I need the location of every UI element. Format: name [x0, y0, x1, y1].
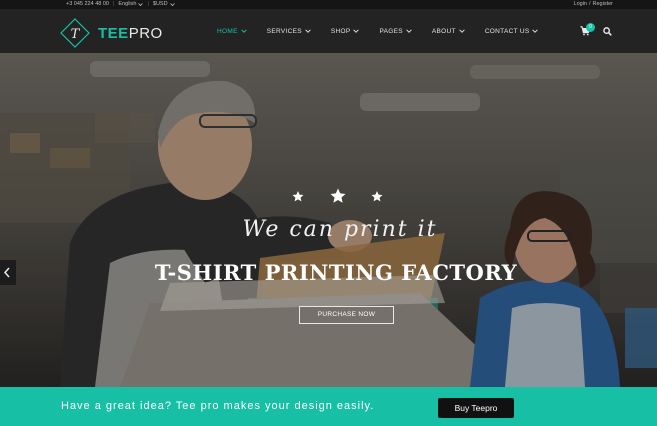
- phone-number: +3 045 224 48 00: [66, 1, 109, 7]
- divider: |: [147, 1, 149, 7]
- purchase-now-button[interactable]: PURCHASE NOW: [299, 306, 394, 324]
- buy-teepro-button[interactable]: Buy Teepro: [438, 398, 514, 418]
- cta-text: Have a great idea? Tee pro makes your de…: [61, 400, 375, 412]
- chevron-down-icon: [305, 29, 311, 33]
- login-link[interactable]: Login: [574, 0, 587, 9]
- chevron-left-icon: [3, 267, 10, 278]
- hero-title: T-SHIRT PRINTING FACTORY: [154, 260, 518, 285]
- logo-mark-icon: T: [60, 18, 90, 48]
- nav-label: PAGES: [379, 27, 403, 35]
- topbar-left: +3 045 224 48 00 | English | $USD: [66, 0, 175, 9]
- chevron-down-icon: [406, 29, 412, 33]
- nav-item-contact-us[interactable]: CONTACT US: [485, 28, 539, 35]
- currency-label: $USD: [152, 1, 168, 7]
- chevron-down-icon: [240, 29, 247, 33]
- chevron-down-icon: [138, 3, 144, 7]
- auth-links: Login / Register: [574, 0, 613, 9]
- logo-tee: TEE: [98, 24, 129, 42]
- language-label: English: [118, 1, 137, 7]
- nav-label: HOME: [217, 27, 238, 35]
- nav-label: CONTACT US: [484, 27, 530, 35]
- slider-prev-button[interactable]: [0, 260, 16, 285]
- currency-selector[interactable]: $USD: [153, 0, 175, 9]
- auth-divider: /: [588, 1, 591, 7]
- page: +3 045 224 48 00 | English | $USD Login …: [0, 0, 657, 426]
- logo-pro: PRO: [128, 24, 163, 42]
- nav-label: SHOP: [330, 27, 351, 35]
- nav-label: ABOUT: [431, 27, 456, 35]
- language-selector[interactable]: English: [118, 0, 144, 9]
- chevron-down-icon: [353, 29, 360, 33]
- top-utility-bar: +3 045 224 48 00 | English | $USD Login …: [0, 0, 657, 9]
- star-icon: [292, 191, 304, 202]
- site-header: T TEEPRO HOME SERVICES SHOP PAGES ABOUT …: [0, 9, 657, 53]
- nav-item-about[interactable]: ABOUT: [432, 28, 465, 35]
- nav-label: SERVICES: [266, 27, 302, 35]
- chevron-down-icon: [459, 29, 465, 33]
- nav-item-home[interactable]: HOME: [217, 28, 247, 35]
- cta-bar: Have a great idea? Tee pro makes your de…: [0, 387, 657, 426]
- star-rating-decoration: [292, 188, 383, 203]
- chevron-down-icon: [532, 29, 539, 33]
- main-nav: HOME SERVICES SHOP PAGES ABOUT CONTACT U…: [217, 9, 558, 53]
- nav-item-pages[interactable]: PAGES: [379, 27, 412, 35]
- star-icon: [371, 191, 383, 202]
- hero-slider: We can print it T-SHIRT PRINTING FACTORY…: [0, 53, 657, 387]
- divider: |: [112, 1, 115, 7]
- cart-count-badge: 0: [586, 23, 595, 32]
- star-icon: [330, 188, 346, 203]
- site-logo[interactable]: T TEEPRO: [60, 18, 163, 48]
- register-link[interactable]: Register: [593, 0, 613, 9]
- chevron-down-icon: [169, 3, 175, 7]
- search-icon[interactable]: [603, 27, 612, 36]
- hero-tagline: We can print it: [242, 217, 438, 242]
- nav-item-shop[interactable]: SHOP: [331, 28, 360, 35]
- nav-item-services[interactable]: SERVICES: [267, 28, 311, 35]
- logo-wordmark: TEEPRO: [98, 25, 163, 42]
- logo-mark-letter: T: [71, 27, 81, 42]
